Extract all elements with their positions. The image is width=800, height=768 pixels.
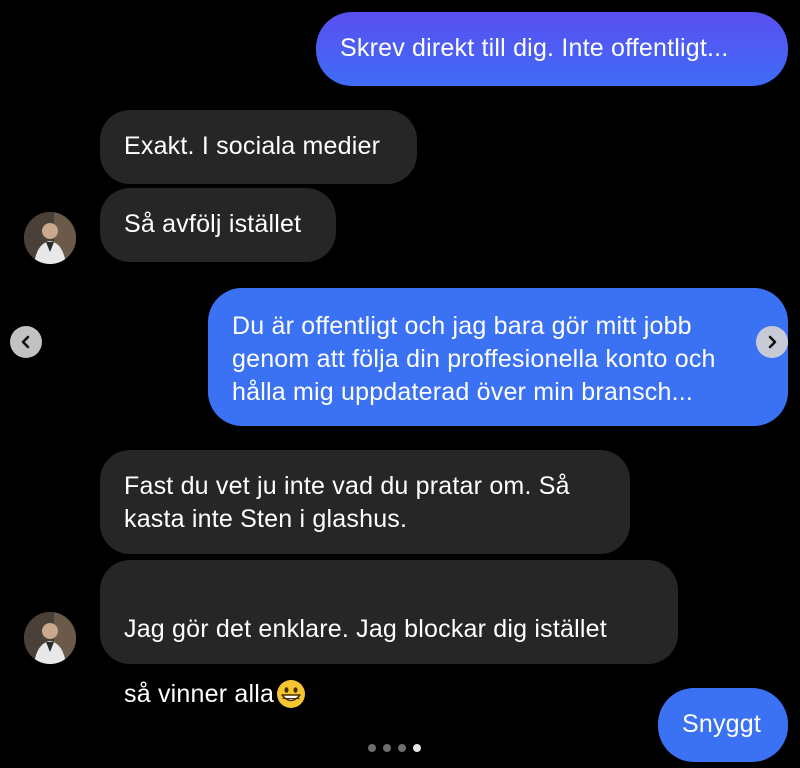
page-dot[interactable]	[383, 744, 391, 752]
chevron-right-icon	[768, 335, 777, 349]
chevron-left-icon	[21, 335, 30, 349]
message-bubble-received[interactable]: Exakt. I sociala medier	[100, 110, 417, 184]
message-bubble-sent[interactable]: Skrev direkt till dig. Inte offentligt..…	[316, 12, 788, 86]
message-bubble-received[interactable]: Fast du vet ju inte vad du pratar om. Så…	[100, 450, 630, 554]
page-dot[interactable]	[398, 744, 406, 752]
page-dot[interactable]	[368, 744, 376, 752]
message-bubble-received[interactable]: Jag gör det enklare. Jag blockar dig ist…	[100, 560, 678, 708]
message-bubble-sent[interactable]: Du är offentligt och jag bara gör mitt j…	[208, 288, 788, 426]
grinning-face-emoji	[276, 646, 306, 708]
page-dot-active[interactable]	[413, 744, 421, 752]
contact-avatar[interactable]	[24, 612, 76, 664]
message-bubble-sent[interactable]: Snyggt	[658, 688, 788, 762]
message-text: Jag gör det enklare. Jag blockar dig ist…	[124, 615, 607, 708]
next-image-button[interactable]	[756, 326, 788, 358]
previous-image-button[interactable]	[10, 326, 42, 358]
contact-avatar[interactable]	[24, 212, 76, 264]
message-bubble-received[interactable]: Så avfölj istället	[100, 188, 336, 262]
carousel-page-indicator	[368, 744, 421, 752]
